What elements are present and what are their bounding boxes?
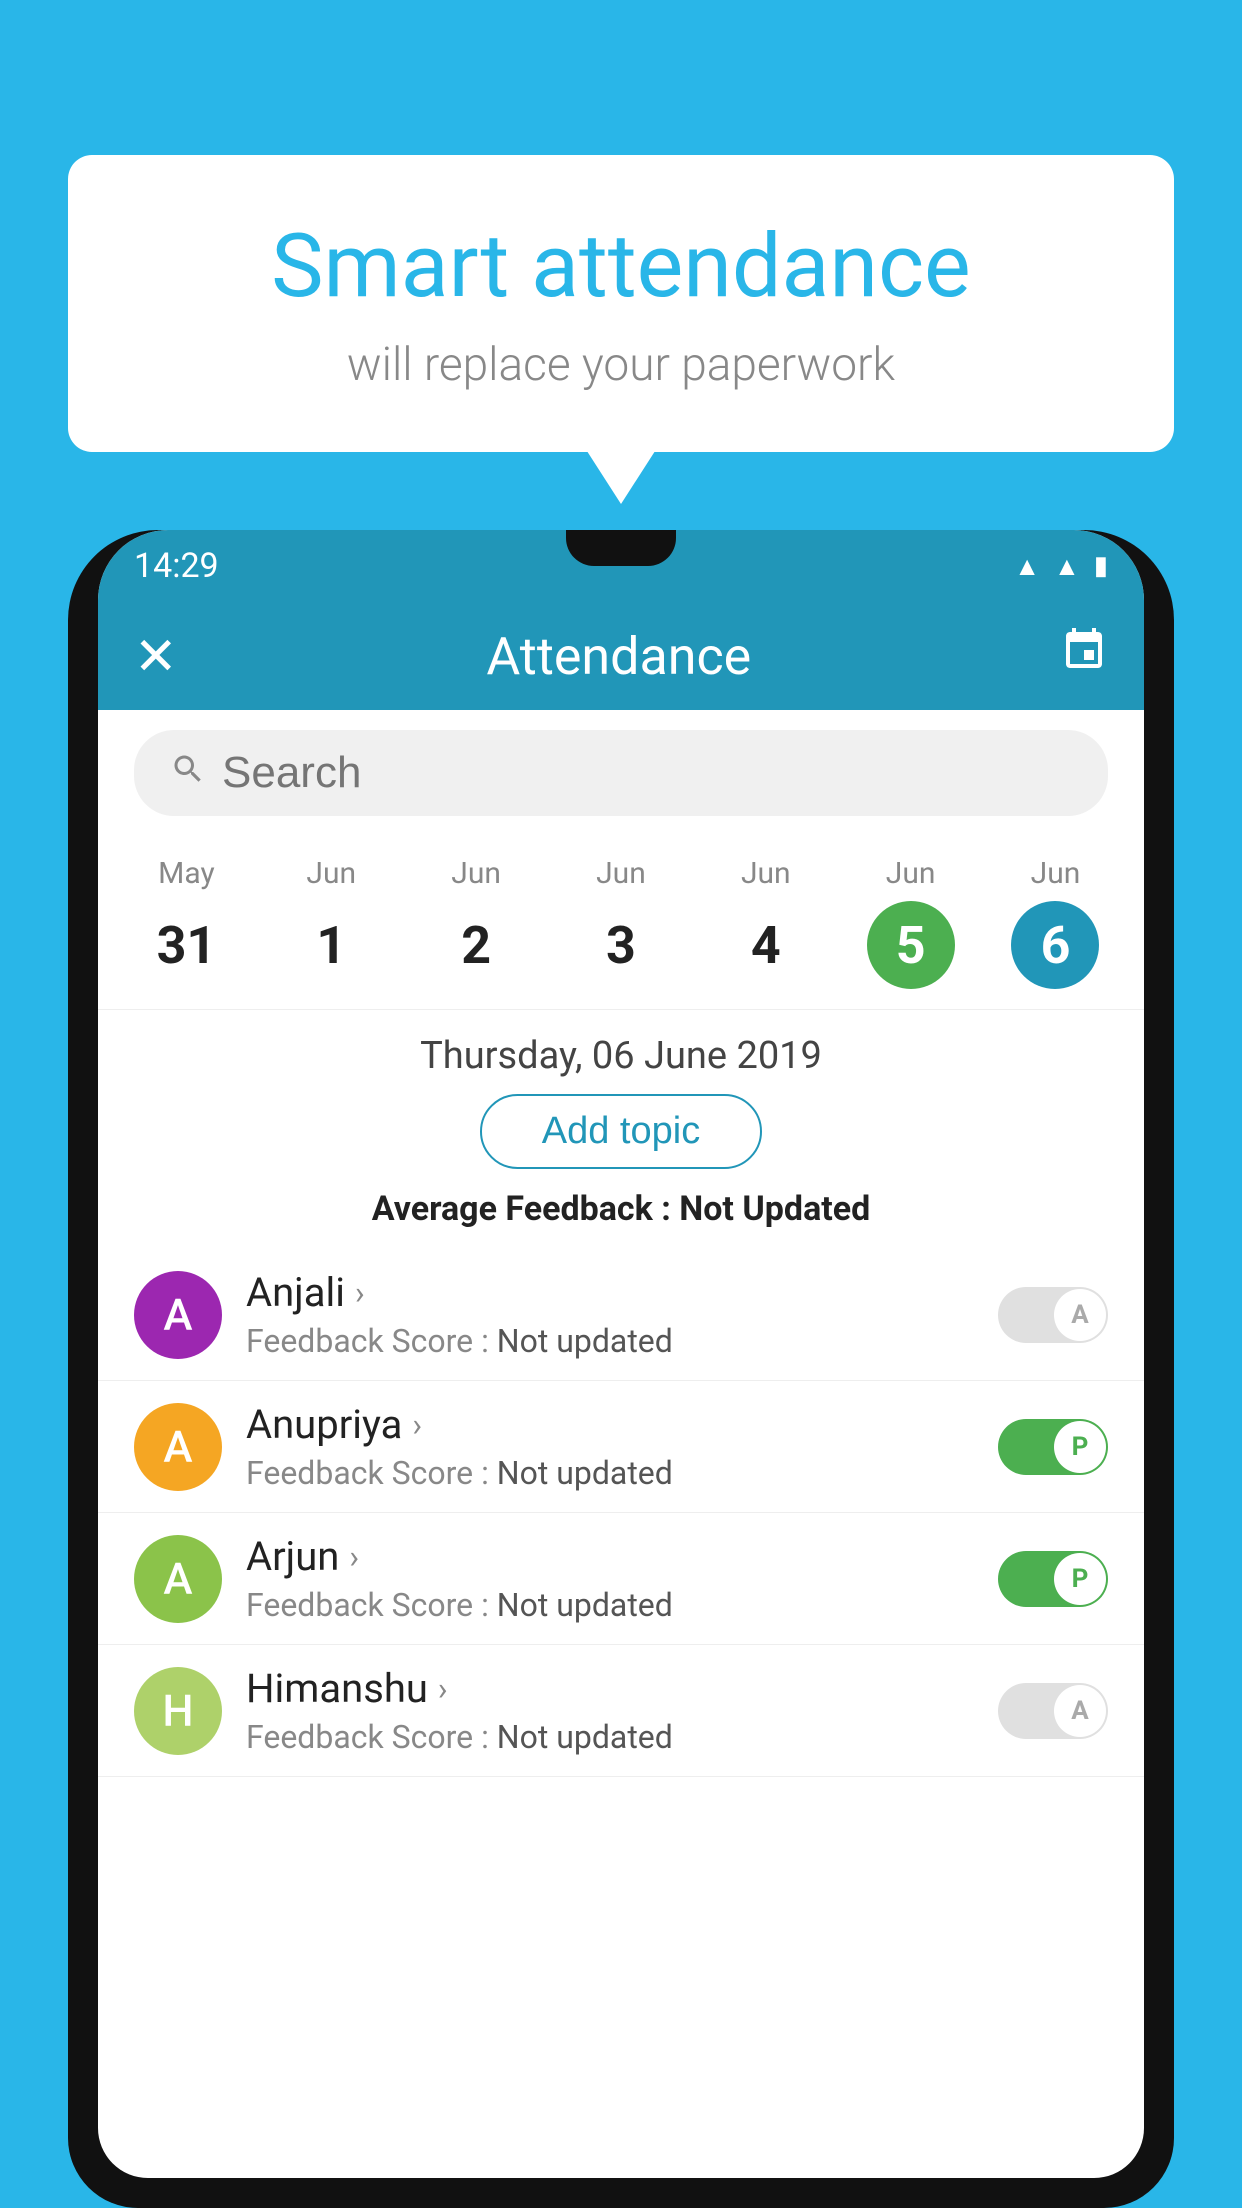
cal-month-label: Jun [741,856,791,891]
battery-icon: ▮ [1094,551,1108,581]
chevron-icon: › [355,1274,365,1312]
cal-day-num: 6 [1011,901,1099,989]
calendar-day-6[interactable]: Jun 6 [1011,856,1099,989]
cal-day-num: 5 [867,901,955,989]
signal-icon: ▲ [1054,551,1080,582]
student-info: Anupriya › Feedback Score : Not updated [246,1401,974,1492]
attendance-toggle[interactable]: A [998,1683,1108,1739]
add-topic-button[interactable]: Add topic [480,1094,762,1169]
student-score: Feedback Score : Not updated [246,1454,974,1492]
score-value: Not updated [497,1454,673,1492]
avg-feedback-label: Average Feedback : [372,1189,671,1229]
student-score: Feedback Score : Not updated [246,1322,974,1360]
phone-screen: 14:29 ▲ ▲ ▮ ✕ Attendance May31Jun1Jun2J [98,530,1144,2178]
avatar: A [134,1403,222,1491]
cal-day-num: 3 [577,901,665,989]
status-icons: ▲ ▲ ▮ [1014,551,1108,582]
attendance-toggle[interactable]: P [998,1551,1108,1607]
app-title: Attendance [486,626,751,687]
calendar-day-2[interactable]: Jun 2 [432,856,520,989]
toggle-knob: P [1054,1553,1106,1605]
calendar-icon[interactable] [1060,626,1108,687]
calendar-day-1[interactable]: Jun 1 [287,856,375,989]
wifi-icon: ▲ [1014,551,1040,582]
student-score: Feedback Score : Not updated [246,1586,974,1624]
speech-bubble-title: Smart attendance [148,215,1094,318]
cal-month-label: Jun [1031,856,1081,891]
avg-feedback: Average Feedback : Not Updated [98,1189,1144,1229]
cal-day-num: 1 [287,901,375,989]
student-list: AAnjali ›Feedback Score : Not updatedAAA… [98,1249,1144,1777]
cal-month-label: May [158,856,214,891]
attendance-toggle[interactable]: P [998,1419,1108,1475]
toggle-knob: A [1054,1685,1106,1737]
avatar: H [134,1667,222,1755]
toggle-knob: A [1054,1289,1106,1341]
cal-day-num: 31 [142,901,230,989]
cal-month-label: Jun [886,856,936,891]
speech-bubble: Smart attendance will replace your paper… [68,155,1174,452]
attendance-toggle[interactable]: A [998,1287,1108,1343]
calendar-day-0[interactable]: May 31 [142,856,230,989]
score-value: Not updated [497,1718,673,1756]
student-name: Himanshu › [246,1665,974,1712]
cal-month-label: Jun [596,856,646,891]
avatar: A [134,1271,222,1359]
search-container [98,710,1144,836]
student-info: Arjun › Feedback Score : Not updated [246,1533,974,1624]
score-value: Not updated [497,1586,673,1624]
avg-feedback-value: Not Updated [679,1189,870,1229]
toggle-knob: P [1054,1421,1106,1473]
score-value: Not updated [497,1322,673,1360]
notch [566,530,676,566]
chevron-icon: › [438,1670,448,1708]
student-score: Feedback Score : Not updated [246,1718,974,1756]
search-icon [170,750,206,797]
avatar: A [134,1535,222,1623]
calendar-day-4[interactable]: Jun 4 [722,856,810,989]
cal-month-label: Jun [451,856,501,891]
student-info: Himanshu › Feedback Score : Not updated [246,1665,974,1756]
cal-day-num: 4 [722,901,810,989]
selected-date: Thursday, 06 June 2019 [98,1010,1144,1094]
cal-month-label: Jun [306,856,356,891]
speech-bubble-container: Smart attendance will replace your paper… [68,155,1174,452]
chevron-icon: › [349,1538,359,1576]
calendar-day-5[interactable]: Jun 5 [867,856,955,989]
student-name: Arjun › [246,1533,974,1580]
student-item-3[interactable]: H Himanshu › Feedback Score : Not updated A [98,1645,1144,1777]
student-name: Anupriya › [246,1401,974,1448]
student-item-0[interactable]: A Anjali › Feedback Score : Not updated A [98,1249,1144,1381]
calendar-strip: May 31 Jun 1 Jun 2 Jun 3 Jun 4 Jun 5 Jun 6 [98,836,1144,1010]
cal-day-num: 2 [432,901,520,989]
student-item-1[interactable]: A Anupriya › Feedback Score : Not updated P [98,1381,1144,1513]
search-input[interactable] [222,748,1072,798]
search-bar[interactable] [134,730,1108,816]
status-bar: 14:29 ▲ ▲ ▮ [98,530,1144,602]
student-name: Anjali › [246,1269,974,1316]
student-item-2[interactable]: A Arjun › Feedback Score : Not updated P [98,1513,1144,1645]
app-bar: ✕ Attendance [98,602,1144,710]
calendar-day-3[interactable]: Jun 3 [577,856,665,989]
status-time: 14:29 [134,546,219,586]
close-icon[interactable]: ✕ [134,626,178,687]
speech-bubble-subtitle: will replace your paperwork [148,338,1094,392]
student-info: Anjali › Feedback Score : Not updated [246,1269,974,1360]
chevron-icon: › [412,1406,422,1444]
